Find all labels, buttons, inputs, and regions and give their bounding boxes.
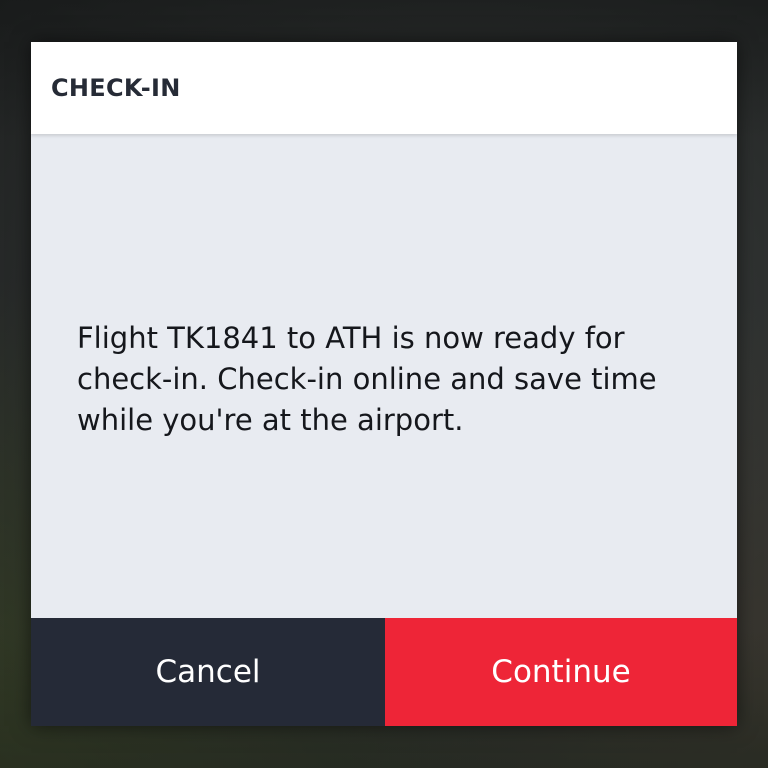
dialog-title: CHECK-IN (51, 74, 181, 102)
dialog-header: CHECK-IN (31, 42, 737, 134)
continue-button[interactable]: Continue (385, 618, 737, 726)
check-in-dialog: CHECK-IN Flight TK1841 to ATH is now rea… (31, 42, 737, 726)
dialog-message: Flight TK1841 to ATH is now ready for ch… (77, 320, 657, 437)
dialog-actions: Cancel Continue (31, 618, 737, 726)
dialog-body: Flight TK1841 to ATH is now ready for ch… (31, 134, 737, 618)
cancel-button[interactable]: Cancel (31, 618, 385, 726)
